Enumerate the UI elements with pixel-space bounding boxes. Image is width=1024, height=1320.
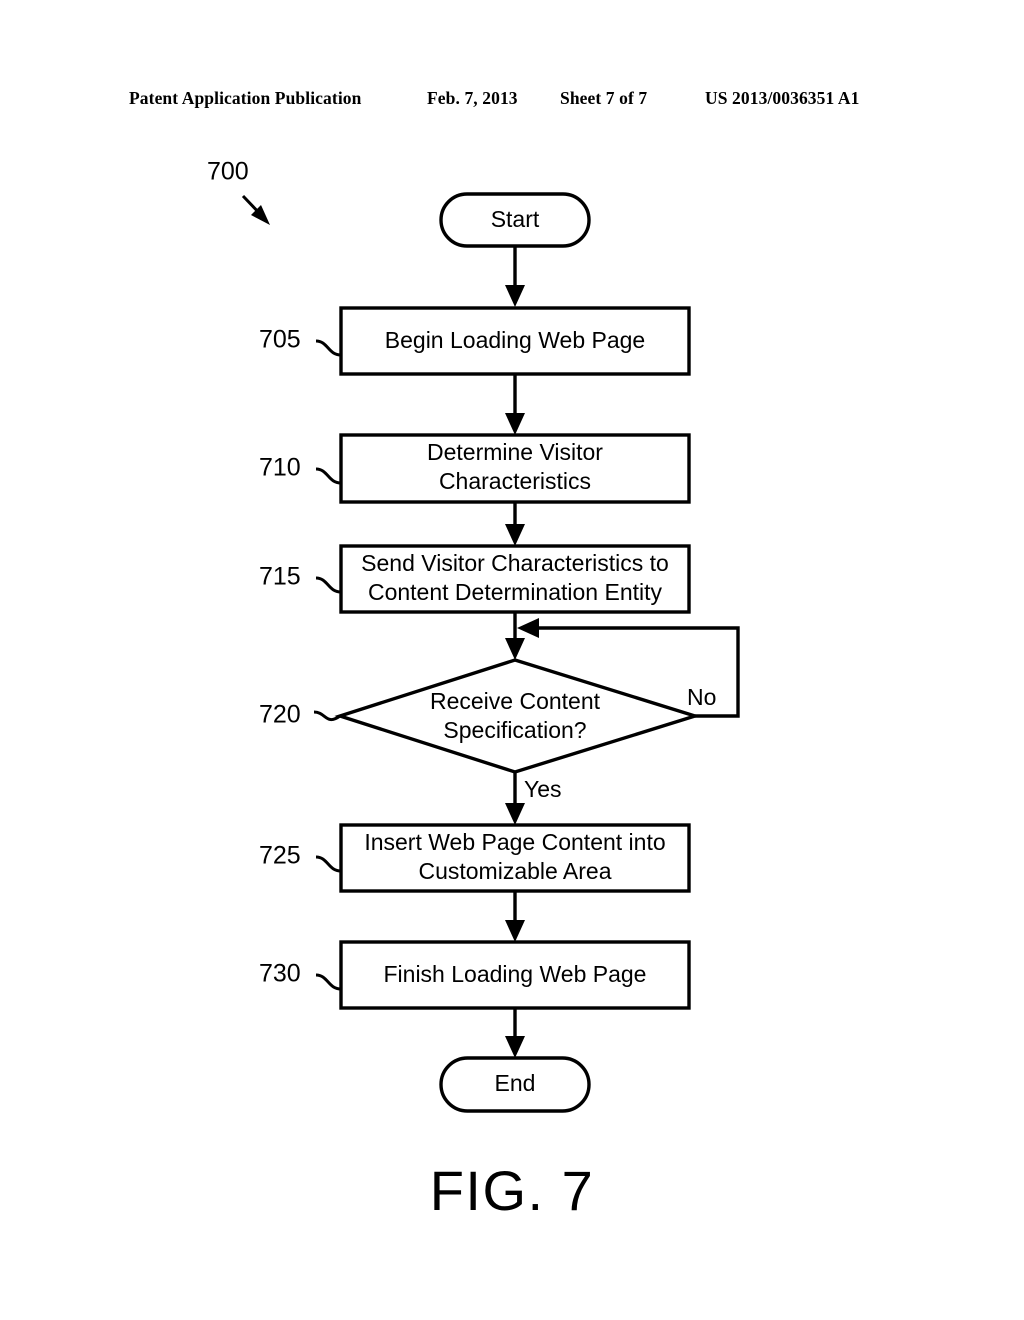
node-715-lead-line [315,576,342,594]
node-730-lead-line [315,973,342,991]
patent-figure-page: Patent Application Publication Feb. 7, 2… [0,0,1024,1320]
node-705-label: Begin Loading Web Page [385,327,645,353]
connector-730-to-end-arrowhead [505,1036,525,1058]
connector-715-to-720-arrowhead [505,638,525,660]
node-730-reference-label: 730 [259,960,301,988]
diagram-reference-label: 700 [207,158,249,186]
node-720-reference-label: 720 [259,701,301,729]
connector-725-to-730-arrowhead [505,920,525,942]
node-710-reference-label: 710 [259,454,301,482]
node-705-reference-label: 705 [259,326,301,354]
node-720-label-line2: Specification? [443,717,586,743]
node-710-label-line2: Characteristics [439,468,591,494]
node-725-reference-label: 725 [259,842,301,870]
connector-no-feedback-arrowhead [517,618,539,638]
node-720-label-line1: Receive Content [430,688,601,714]
node-725-lead-line [315,855,342,873]
node-end-label: End [495,1070,536,1096]
branch-label-yes: Yes [524,776,562,802]
connector-710-to-715-arrowhead [505,524,525,546]
node-720-shape [334,658,701,774]
node-730-label: Finish Loading Web Page [384,961,647,987]
node-725-label-line2: Customizable Area [418,858,611,884]
figure-caption: FIG. 7 [429,1159,595,1222]
node-start-label: Start [491,206,540,232]
connector-720-to-725-arrowhead [505,803,525,825]
flowchart-diagram: 700 Start Begin Loading Web Page 705 Det… [207,158,740,1113]
node-715-label-line2: Content Determination Entity [368,579,663,605]
node-715-reference-label: 715 [259,563,301,591]
connector-start-to-705-arrowhead [505,285,525,307]
connector-705-to-710-arrowhead [505,413,525,435]
node-715-label-line1: Send Visitor Characteristics to [361,550,669,576]
node-705-lead-line [315,339,342,357]
node-725-label-line1: Insert Web Page Content into [364,829,665,855]
branch-label-no: No [687,684,716,710]
node-710-label-line1: Determine Visitor [427,439,603,465]
node-710-lead-line [315,467,342,485]
